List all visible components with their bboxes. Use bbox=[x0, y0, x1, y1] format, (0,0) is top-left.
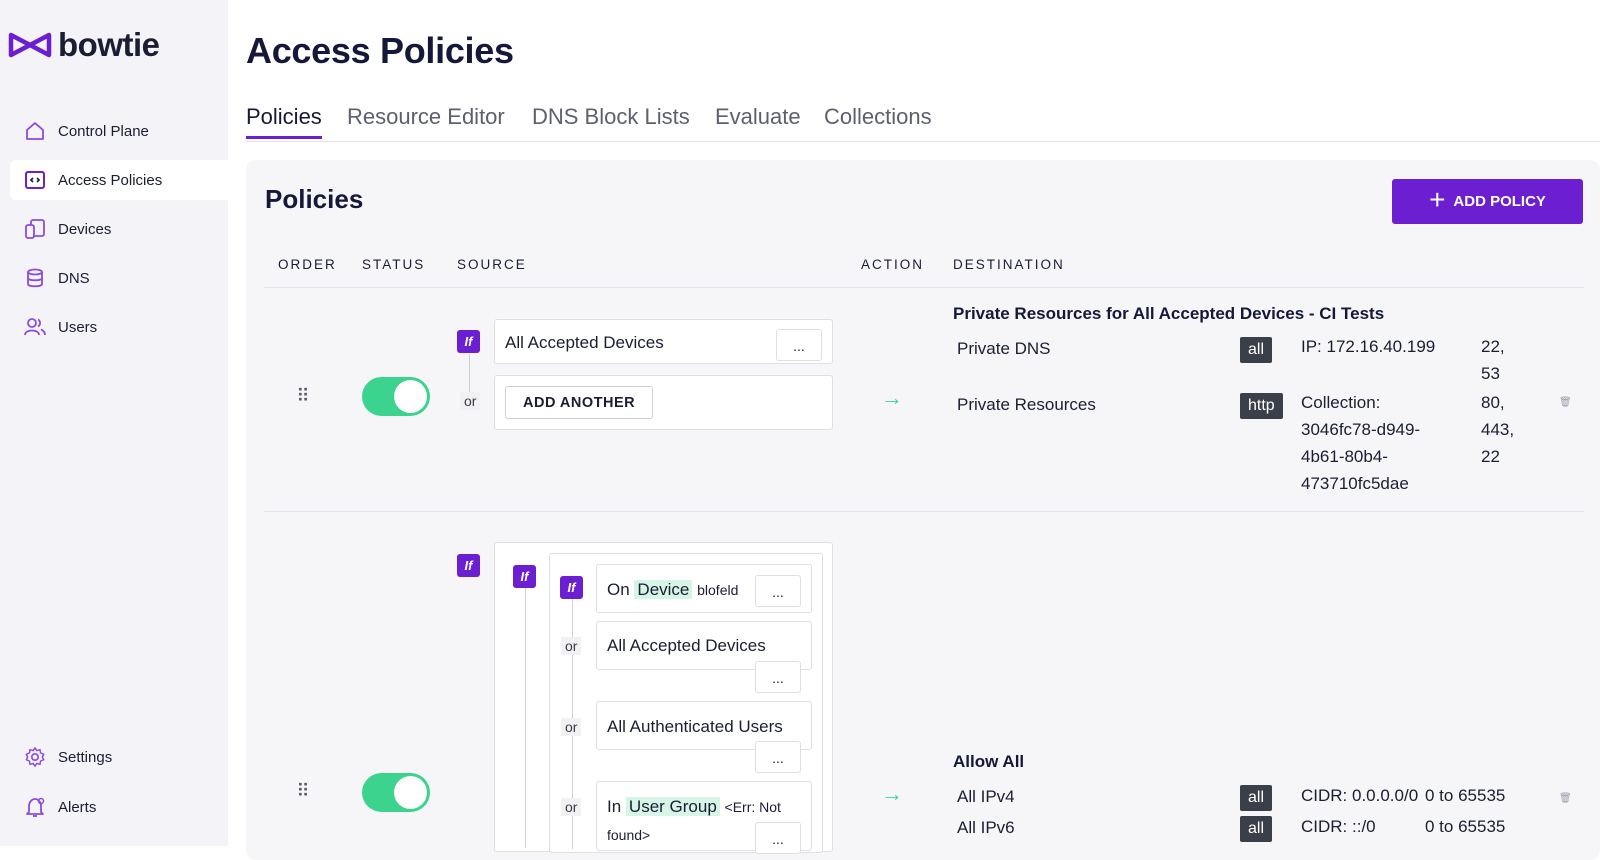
plus-icon: + bbox=[1429, 184, 1446, 215]
tab-resource-editor[interactable]: Resource Editor bbox=[347, 104, 505, 136]
add-policy-button[interactable]: + ADD POLICY bbox=[1392, 179, 1583, 224]
add-another-button[interactable]: ADD ANOTHER bbox=[505, 386, 654, 419]
protocol-badge: all bbox=[1240, 785, 1273, 811]
tab-collections[interactable]: Collections bbox=[824, 104, 932, 136]
devices-icon bbox=[24, 218, 46, 240]
destination-title: Private Resources for All Accepted Devic… bbox=[953, 304, 1385, 323]
destination-name: All IPv6 bbox=[957, 818, 1015, 837]
condition-menu-button[interactable]: ... bbox=[755, 575, 801, 607]
database-icon bbox=[24, 267, 46, 289]
policy-status-toggle[interactable] bbox=[362, 377, 430, 416]
sidebar-item-control-plane[interactable]: Control Plane bbox=[10, 111, 228, 151]
if-badge: If bbox=[457, 554, 480, 577]
brand-name: bowtie bbox=[58, 26, 160, 63]
destination-ports: 80, 443, 22 bbox=[1481, 393, 1515, 466]
protocol-badge: all bbox=[1240, 816, 1273, 842]
delete-policy-icon[interactable]: 🗑 bbox=[1559, 793, 1572, 805]
condition-menu-button[interactable]: ... bbox=[755, 741, 801, 773]
destination-target: IP: 172.16.40.199 bbox=[1301, 337, 1436, 356]
condition-menu-button[interactable]: ... bbox=[755, 661, 801, 693]
destination-target: Collection: 3046fc78-d949- 4b61-80b4- 47… bbox=[1301, 393, 1421, 493]
sidebar-item-label: Devices bbox=[58, 220, 112, 238]
column-header-action: ACTION bbox=[861, 257, 925, 272]
column-header-source: SOURCE bbox=[457, 257, 527, 272]
condition-menu-button[interactable]: ... bbox=[776, 329, 822, 361]
tab-dns-block-lists[interactable]: DNS Block Lists bbox=[532, 104, 690, 136]
destination-name: All IPv4 bbox=[957, 787, 1015, 806]
arrow-right-icon: → bbox=[881, 781, 903, 806]
or-label: or bbox=[561, 718, 582, 736]
drag-handle-icon[interactable]: ⠿ bbox=[296, 387, 310, 412]
or-label: or bbox=[460, 392, 481, 410]
row-divider bbox=[264, 511, 1584, 512]
source-condition-text: On Device blofeld bbox=[607, 580, 739, 599]
gear-icon bbox=[24, 746, 46, 768]
sidebar: bowtie Control Plane Access Policies Dev… bbox=[0, 0, 228, 846]
add-policy-label: ADD POLICY bbox=[1453, 193, 1546, 210]
destination-ports: 22, 53 bbox=[1481, 337, 1505, 383]
sidebar-item-label: Settings bbox=[58, 748, 113, 766]
destination-target: CIDR: 0.0.0.0/0 bbox=[1301, 786, 1419, 805]
header-divider bbox=[264, 287, 1584, 288]
code-window-icon bbox=[24, 169, 46, 191]
page-title: Access Policies bbox=[246, 30, 514, 71]
sidebar-item-label: Users bbox=[58, 318, 98, 336]
source-condition-text: In User Group <Err: Not bbox=[607, 797, 781, 816]
policy-status-toggle[interactable] bbox=[362, 773, 430, 812]
drag-handle-icon[interactable]: ⠿ bbox=[296, 782, 310, 807]
source-condition-text: All Authenticated Users bbox=[607, 717, 783, 736]
sidebar-item-label: Access Policies bbox=[58, 171, 163, 189]
sidebar-item-devices[interactable]: Devices bbox=[10, 209, 228, 249]
column-header-status: STATUS bbox=[362, 257, 426, 272]
bowtie-logo[interactable]: bowtie bbox=[8, 26, 160, 64]
or-label: or bbox=[561, 637, 582, 655]
connector-line bbox=[525, 588, 526, 848]
sidebar-item-label: Alerts bbox=[58, 798, 97, 816]
user-group-highlight: User Group bbox=[625, 797, 720, 816]
source-condition-text: found> bbox=[607, 827, 651, 843]
tab-policies[interactable]: Policies bbox=[246, 104, 322, 139]
sidebar-item-label: DNS bbox=[58, 269, 90, 287]
if-badge: If bbox=[513, 565, 536, 588]
destination-ports: 0 to 65535 bbox=[1425, 817, 1506, 836]
protocol-badge: http bbox=[1240, 393, 1283, 419]
source-condition-text: All Accepted Devices bbox=[505, 333, 664, 352]
tab-bar: Policies Resource Editor DNS Block Lists… bbox=[246, 100, 1600, 142]
destination-target: CIDR: ::/0 bbox=[1301, 817, 1376, 836]
column-header-destination: DESTINATION bbox=[953, 257, 1065, 272]
destination-ports: 0 to 65535 bbox=[1425, 786, 1506, 805]
column-header-order: ORDER bbox=[278, 257, 337, 272]
sidebar-item-access-policies[interactable]: Access Policies bbox=[10, 160, 228, 200]
delete-policy-icon[interactable]: 🗑 bbox=[1559, 397, 1572, 409]
bell-icon bbox=[24, 796, 46, 818]
arrow-right-icon: → bbox=[881, 385, 903, 410]
protocol-badge: all bbox=[1240, 337, 1273, 363]
device-highlight: Device bbox=[634, 580, 693, 599]
users-icon bbox=[24, 316, 46, 338]
destination-name: Private Resources bbox=[957, 395, 1096, 414]
destination-name: Private DNS bbox=[957, 339, 1051, 358]
sidebar-item-dns[interactable]: DNS bbox=[10, 258, 228, 298]
sidebar-item-users[interactable]: Users bbox=[10, 307, 228, 347]
sidebar-item-alerts[interactable]: Alerts bbox=[10, 787, 228, 827]
home-icon bbox=[24, 120, 46, 142]
sidebar-item-label: Control Plane bbox=[58, 122, 149, 140]
if-badge: If bbox=[560, 576, 583, 599]
source-condition-text: All Accepted Devices bbox=[607, 636, 766, 655]
if-badge: If bbox=[457, 330, 480, 353]
bowtie-logo-icon bbox=[8, 32, 52, 58]
sidebar-item-settings[interactable]: Settings bbox=[10, 737, 228, 777]
tab-evaluate[interactable]: Evaluate bbox=[715, 104, 801, 136]
policies-heading: Policies bbox=[265, 184, 364, 214]
or-label: or bbox=[561, 798, 582, 816]
condition-menu-button[interactable]: ... bbox=[755, 822, 801, 854]
destination-title: Allow All bbox=[953, 752, 1025, 771]
